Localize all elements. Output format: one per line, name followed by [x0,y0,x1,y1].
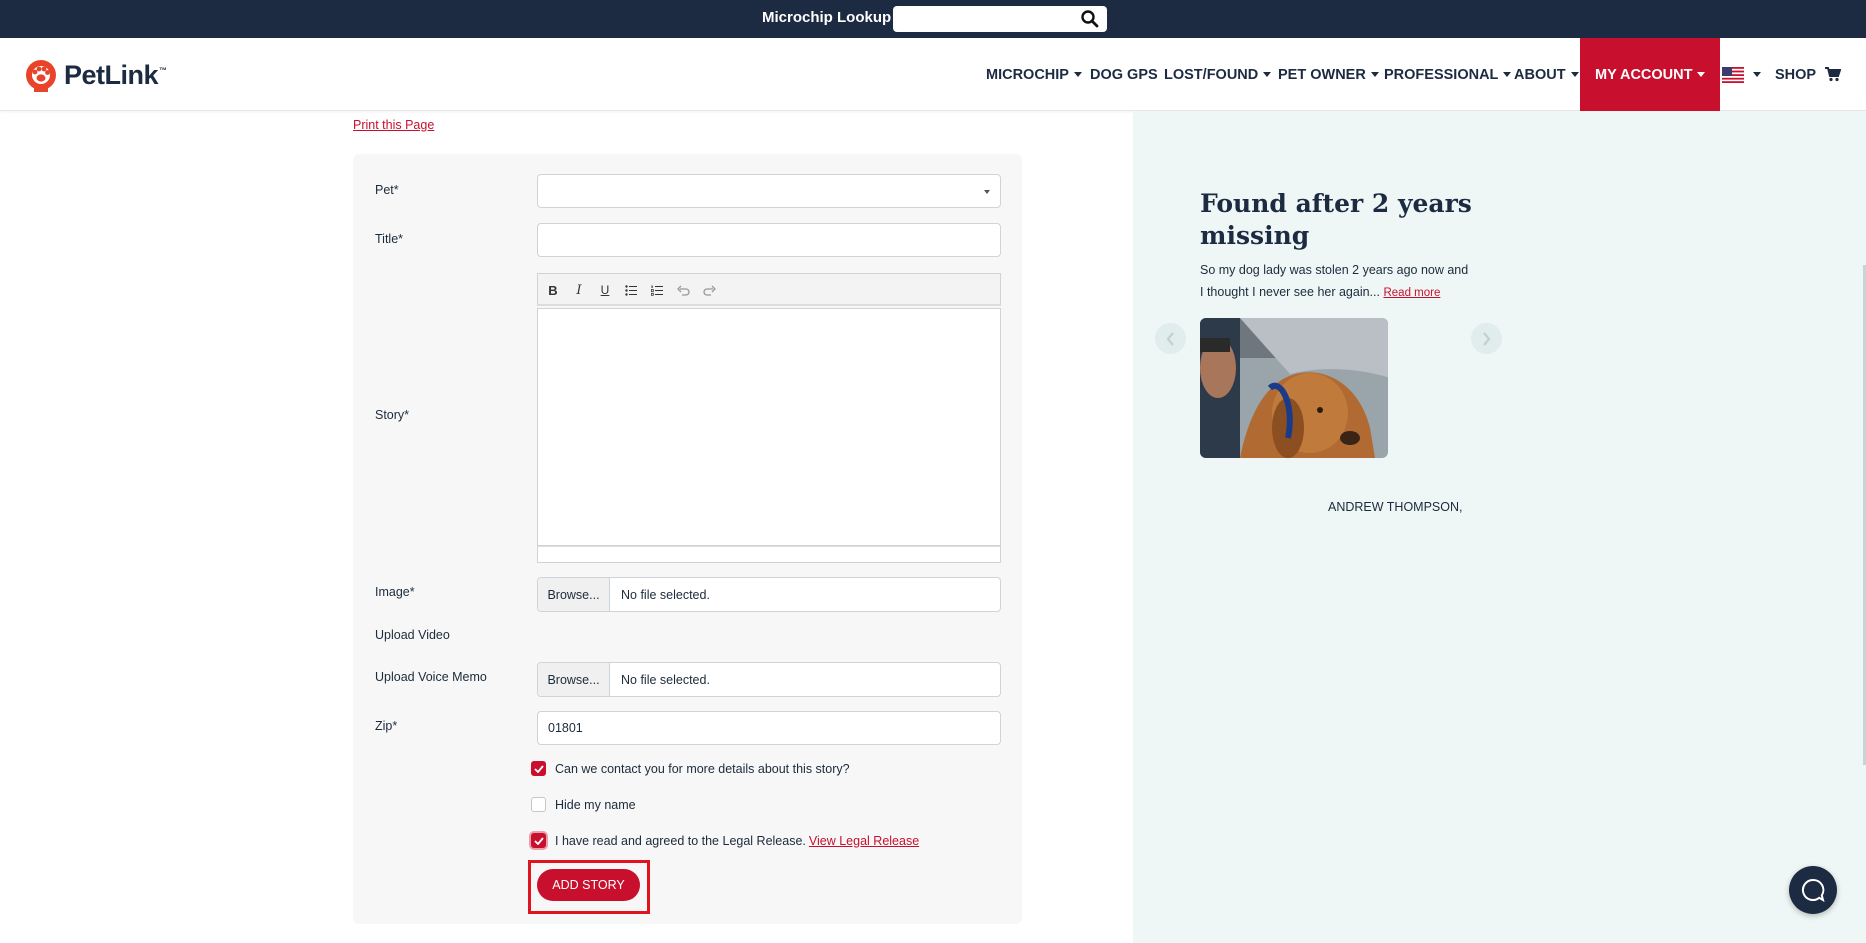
contact-consent-label: Can we contact you for more details abou… [555,761,850,776]
editor-status-bar [537,546,1001,563]
hide-name-label: Hide my name [555,797,636,812]
redo-icon[interactable] [700,281,718,299]
chat-bubble-icon [1801,878,1825,903]
image-label: Image* [375,585,415,599]
language-selector[interactable] [1722,38,1761,111]
legal-release-checkbox[interactable] [531,833,546,848]
view-legal-release-link[interactable]: View Legal Release [809,834,919,848]
upload-video-label: Upload Video [375,628,450,642]
contact-consent-row: Can we contact you for more details abou… [531,761,850,776]
story-label: Story* [375,408,410,422]
chevron-down-icon [1370,72,1379,77]
us-flag-icon [1722,66,1744,83]
bold-icon[interactable]: B [544,281,562,299]
main-header: PetLink™ MICROCHIP DOG GPS LOST/FOUND PE… [0,38,1866,111]
chat-help-button[interactable] [1789,866,1837,914]
title-input[interactable] [537,223,1001,257]
story-excerpt: So my dog lady was stolen 2 years ago no… [1200,263,1469,299]
undo-icon[interactable] [674,281,692,299]
zip-input[interactable]: 01801 [537,711,1001,745]
legal-release-row: I have read and agreed to the Legal Rele… [531,833,919,848]
microchip-lookup-input[interactable] [893,6,1107,32]
image-file-input[interactable]: Browse... No file selected. [537,577,1001,612]
image-browse-button[interactable]: Browse... [538,578,610,611]
nav-microchip[interactable]: MICROCHIP [986,38,1082,111]
underline-icon[interactable]: U [596,281,614,299]
story-title: Found after 2 years missing [1200,189,1472,250]
bullet-list-icon[interactable] [622,281,640,299]
add-story-button[interactable]: ADD STORY [537,869,640,901]
voice-memo-file-input[interactable]: Browse... No file selected. [537,662,1001,697]
chevron-down-icon [1073,72,1082,77]
italic-icon[interactable]: I [570,281,588,299]
chevron-down-icon [1570,72,1579,77]
hide-name-checkbox[interactable] [531,797,546,812]
story-author: ANDREW THOMPSON, [1328,500,1463,514]
contact-consent-checkbox[interactable] [531,761,546,776]
chevron-down-icon [1503,72,1512,77]
carousel-prev-button[interactable] [1155,323,1186,354]
paw-logo-icon [26,60,56,92]
upload-voice-memo-label: Upload Voice Memo [375,670,487,684]
pet-select[interactable] [537,174,1001,208]
search-icon[interactable] [1080,9,1100,29]
chevron-down-icon [1697,72,1706,77]
chevron-down-icon [984,190,990,194]
voice-memo-file-status: No file selected. [621,672,710,687]
brand-name: PetLink™ [64,59,167,90]
nav-professional[interactable]: PROFESSIONAL [1384,38,1512,111]
chevron-right-icon [1483,331,1491,346]
story-editor[interactable] [537,308,1001,546]
hide-name-row: Hide my name [531,797,636,812]
print-page-link[interactable]: Print this Page [353,118,434,132]
chevron-left-icon [1166,331,1174,346]
petlink-logo[interactable]: PetLink™ [24,58,167,92]
zip-label: Zip* [375,719,398,733]
voice-memo-browse-button[interactable]: Browse... [538,663,610,696]
pet-label: Pet* [375,183,399,197]
editor-toolbar: B I U [537,273,1001,306]
cart-icon[interactable] [1825,38,1841,111]
carousel-next-button[interactable] [1471,323,1502,354]
nav-pet-owner[interactable]: PET OWNER [1278,38,1379,111]
image-file-status: No file selected. [621,587,710,602]
nav-my-account[interactable]: MY ACCOUNT [1580,38,1721,111]
title-label: Title* [375,232,404,246]
nav-dog-gps[interactable]: DOG GPS [1090,38,1158,111]
top-bar: Microchip Lookup [0,0,1866,38]
nav-about[interactable]: ABOUT [1514,38,1579,111]
microchip-lookup-label: Microchip Lookup [762,9,892,26]
numbered-list-icon[interactable] [648,281,666,299]
read-more-link[interactable]: Read more [1383,287,1440,299]
story-photo [1200,318,1388,458]
nav-shop[interactable]: SHOP [1775,38,1816,111]
nav-lost-found[interactable]: LOST/FOUND [1164,38,1272,111]
chevron-down-icon [1753,72,1761,77]
chevron-down-icon [1263,72,1272,77]
legal-release-label: I have read and agreed to the Legal Rele… [555,833,806,848]
